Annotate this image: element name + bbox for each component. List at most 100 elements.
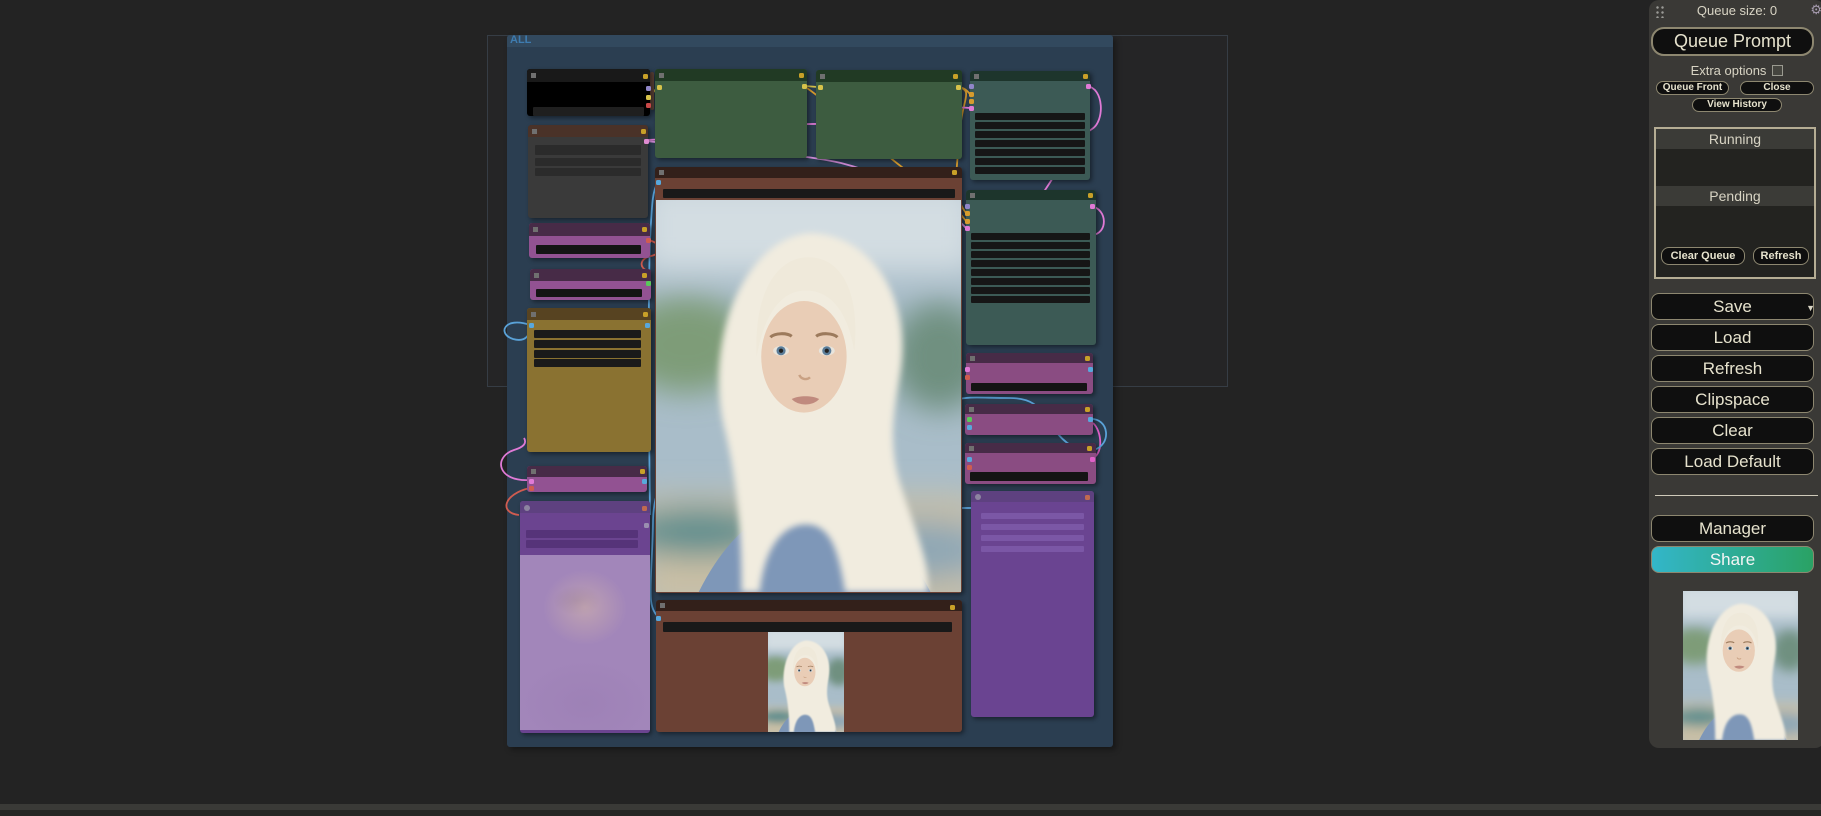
node-slot-dot[interactable] (1084, 494, 1090, 500)
node-slot-dot[interactable] (643, 522, 649, 528)
node-slot-dot[interactable] (1084, 355, 1090, 361)
graph-node[interactable] (527, 69, 651, 116)
refresh-button[interactable]: Refresh (1651, 355, 1814, 382)
clear-button[interactable]: Clear (1651, 417, 1814, 444)
node-slot-dot[interactable] (952, 73, 958, 79)
node-collapse-icon[interactable] (524, 504, 530, 511)
node-slot-dot[interactable] (964, 366, 970, 372)
node-title-bar[interactable] (966, 353, 1093, 363)
node-slot-dot[interactable] (1086, 445, 1092, 451)
node-slot-dot[interactable] (528, 322, 534, 328)
node-slot-dot[interactable] (968, 98, 974, 104)
node-collapse-icon[interactable] (969, 445, 974, 451)
node-slot-dot[interactable] (968, 91, 974, 97)
node-slot-dot[interactable] (1087, 192, 1093, 198)
node-collapse-icon[interactable] (969, 406, 974, 412)
node-collapse-icon[interactable] (531, 311, 536, 317)
view-history-button[interactable]: View History (1692, 98, 1782, 112)
graph-node[interactable] (965, 404, 1093, 435)
node-collapse-icon[interactable] (534, 272, 539, 278)
node-slot-dot[interactable] (964, 218, 970, 224)
node-slot-dot[interactable] (966, 416, 972, 422)
node-slot-dot[interactable] (641, 478, 647, 484)
node-title-bar[interactable] (527, 466, 647, 477)
node-slot-dot[interactable] (955, 84, 961, 90)
node-title-bar[interactable] (965, 443, 1096, 453)
node-title-bar[interactable] (655, 69, 807, 81)
node-slot-dot[interactable] (1087, 366, 1093, 372)
node-slot-dot[interactable] (951, 169, 957, 175)
node-collapse-icon[interactable] (659, 72, 664, 78)
graph-node[interactable] (655, 600, 962, 732)
node-slot-dot[interactable] (966, 456, 972, 462)
clear-queue-button[interactable]: Clear Queue (1661, 247, 1745, 265)
node-title-bar[interactable] (520, 501, 650, 513)
node-collapse-icon[interactable] (531, 73, 536, 78)
node-slot-dot[interactable] (655, 615, 661, 621)
node-collapse-icon[interactable] (970, 192, 975, 198)
load-default-button[interactable]: Load Default (1651, 448, 1814, 475)
load-button[interactable]: Load (1651, 324, 1814, 351)
node-collapse-icon[interactable] (531, 469, 536, 474)
settings-gear-icon[interactable]: ⚙ (1810, 2, 1821, 18)
node-slot-dot[interactable] (1084, 406, 1090, 412)
node-collapse-icon[interactable] (820, 73, 825, 79)
node-title-bar[interactable] (816, 70, 962, 82)
node-slot-dot[interactable] (964, 374, 970, 380)
close-button[interactable]: Close (1740, 81, 1814, 95)
graph-node[interactable] (528, 125, 649, 218)
node-slot-dot[interactable] (655, 179, 661, 185)
node-title-bar[interactable] (971, 491, 1094, 502)
node-slot-dot[interactable] (966, 424, 972, 430)
node-slot-dot[interactable] (1087, 416, 1093, 422)
node-slot-dot[interactable] (639, 468, 645, 474)
node-slot-dot[interactable] (642, 311, 648, 317)
node-slot-dot[interactable] (528, 478, 534, 484)
graph-node[interactable] (964, 353, 1093, 394)
node-title-bar[interactable] (655, 167, 962, 178)
node-title-bar[interactable] (530, 269, 651, 281)
node-title-bar[interactable] (965, 404, 1093, 414)
queue-front-button[interactable]: Queue Front (1656, 81, 1729, 95)
graph-node[interactable] (530, 269, 651, 300)
graph-node[interactable] (971, 491, 1094, 717)
manager-button[interactable]: Manager (1651, 515, 1814, 542)
graph-node[interactable] (650, 72, 654, 110)
node-collapse-icon[interactable] (533, 227, 538, 232)
node-slot-dot[interactable] (641, 272, 647, 278)
node-slot-dot[interactable] (968, 105, 974, 111)
menu-drag-handle-icon[interactable] (1655, 5, 1665, 18)
node-slot-dot[interactable] (1089, 203, 1095, 209)
graph-node[interactable] (655, 69, 807, 158)
queue-prompt-button[interactable]: Queue Prompt (1651, 27, 1814, 56)
share-button[interactable]: Share (1651, 546, 1814, 573)
node-slot-dot[interactable] (964, 203, 970, 209)
node-slot-dot[interactable] (528, 485, 534, 491)
clipspace-button[interactable]: Clipspace (1651, 386, 1814, 413)
graph-node[interactable] (968, 71, 1091, 180)
graph-node[interactable] (527, 466, 647, 492)
node-title-bar[interactable] (966, 190, 1096, 200)
node-slot-dot[interactable] (968, 83, 974, 89)
node-slot-dot[interactable] (964, 225, 970, 231)
extra-options-checkbox[interactable] (1772, 64, 1784, 76)
graph-node[interactable] (520, 501, 650, 733)
node-slot-dot[interactable] (641, 226, 647, 232)
node-slot-dot[interactable] (642, 73, 648, 79)
graph-node[interactable] (527, 308, 651, 452)
node-graph-canvas[interactable]: ALL Queue size: 0 ⚙ Queue Prompt Extra o… (0, 0, 1821, 816)
node-title-bar[interactable] (527, 69, 650, 82)
graph-node[interactable] (965, 443, 1096, 484)
node-slot-dot[interactable] (1082, 73, 1088, 79)
node-title-bar[interactable] (656, 600, 962, 611)
node-title-bar[interactable] (970, 71, 1090, 81)
node-collapse-icon[interactable] (974, 73, 979, 79)
node-slot-dot[interactable] (645, 280, 651, 286)
refresh-queue-button[interactable]: Refresh (1753, 247, 1809, 265)
node-slot-dot[interactable] (966, 464, 972, 470)
node-slot-dot[interactable] (644, 322, 650, 328)
save-dropdown-arrow-icon[interactable]: ▼ (1806, 303, 1815, 313)
node-collapse-icon[interactable] (660, 603, 665, 608)
node-slot-dot[interactable] (817, 84, 823, 90)
node-slot-dot[interactable] (1089, 456, 1095, 462)
